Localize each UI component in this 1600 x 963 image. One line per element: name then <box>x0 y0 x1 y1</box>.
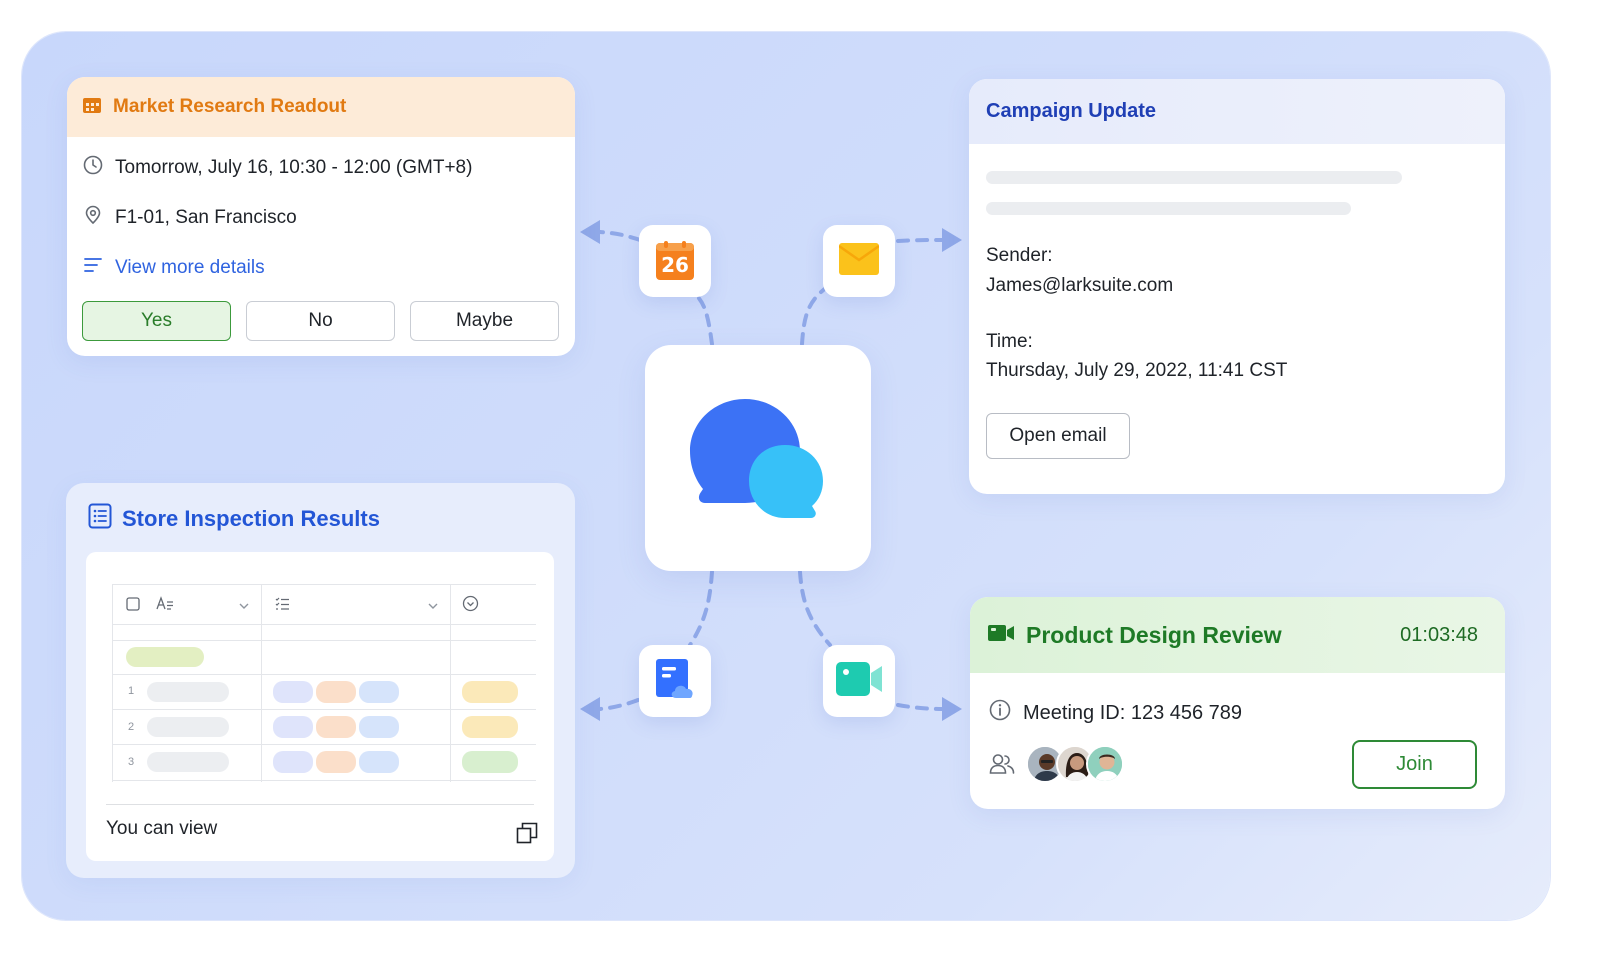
campaign-update-header: Campaign Update <box>969 79 1505 144</box>
status-pill <box>462 751 518 773</box>
product-design-review-card[interactable]: Product Design Review 01:03:48 Meeting I… <box>970 597 1505 809</box>
time-label: Time: <box>986 331 1033 352</box>
placeholder-line <box>986 202 1351 215</box>
calendar-date: 26 <box>661 253 689 277</box>
open-email-button[interactable]: Open email <box>986 413 1130 459</box>
campaign-update-title: Campaign Update <box>986 100 1157 122</box>
market-research-header: Market Research Readout <box>67 77 575 137</box>
tag-pill <box>316 716 356 738</box>
cell-placeholder <box>147 682 229 702</box>
cell-placeholder <box>147 717 229 737</box>
clock-icon <box>83 155 103 181</box>
status-pill <box>462 716 518 738</box>
video-camera-icon <box>988 624 1014 647</box>
table-preview: 1 2 3 You can view <box>86 552 554 861</box>
chevron-down-icon[interactable] <box>427 598 439 616</box>
participants-icon <box>989 753 1015 780</box>
store-inspection-title: Store Inspection Results <box>122 505 380 531</box>
rsvp-maybe-button[interactable]: Maybe <box>410 301 559 341</box>
placeholder-line <box>986 171 1402 184</box>
join-meeting-button[interactable]: Join <box>1352 740 1477 789</box>
tag-pill <box>359 751 399 773</box>
tag-pill <box>273 681 313 703</box>
store-inspection-header: Store Inspection Results <box>88 503 380 534</box>
docs-app-tile[interactable] <box>639 645 711 717</box>
messenger-hub[interactable] <box>645 345 871 571</box>
mail-app-tile[interactable] <box>823 225 895 297</box>
market-research-card[interactable]: Market Research Readout Tomorrow, July 1… <box>67 77 575 356</box>
sender-label: Sender: <box>986 245 1053 266</box>
event-time-row: Tomorrow, July 16, 10:30 - 12:00 (GMT+8) <box>83 155 472 181</box>
row-number: 1 <box>128 685 135 697</box>
tag-pill <box>316 751 356 773</box>
cell-placeholder <box>147 752 229 772</box>
tag-pill <box>316 681 356 703</box>
avatar <box>1086 745 1124 783</box>
calendar-app-tile[interactable]: 26 <box>639 225 711 297</box>
time-value: Thursday, July 29, 2022, 11:41 CST <box>986 360 1288 381</box>
event-location-row: F1-01, San Francisco <box>83 205 297 231</box>
mail-app-icon <box>838 242 880 280</box>
details-list-icon <box>83 255 103 281</box>
video-app-icon <box>836 661 882 701</box>
status-column-icon <box>462 595 479 617</box>
group-tag <box>126 647 204 667</box>
meeting-duration: 01:03:48 <box>1400 623 1478 646</box>
product-design-review-title: Product Design Review <box>1026 621 1282 648</box>
footer-divider <box>106 804 534 805</box>
view-more-details-link[interactable]: View more details <box>115 257 265 279</box>
status-pill <box>462 681 518 703</box>
rsvp-no-button[interactable]: No <box>246 301 395 341</box>
campaign-update-card[interactable]: Campaign Update Sender: James@larksuite.… <box>969 79 1505 494</box>
video-app-tile[interactable] <box>823 645 895 717</box>
tag-pill <box>273 751 313 773</box>
product-design-review-header: Product Design Review 01:03:48 <box>970 597 1505 673</box>
tag-pill <box>273 716 313 738</box>
calendar-icon <box>83 96 101 119</box>
chevron-down-icon[interactable] <box>238 598 250 616</box>
copy-icon[interactable] <box>516 822 538 849</box>
chat-bubbles-icon <box>689 397 825 526</box>
row-number: 2 <box>128 721 135 733</box>
info-icon <box>989 699 1011 727</box>
meeting-id-row: Meeting ID: 123 456 789 <box>989 699 1242 727</box>
sheet-list-icon <box>88 503 112 534</box>
rsvp-yes-button[interactable]: Yes <box>82 301 231 341</box>
list-column-icon <box>274 596 290 617</box>
store-inspection-card[interactable]: Store Inspection Results 1 2 3 You can v… <box>66 483 575 878</box>
data-table: 1 2 3 <box>112 584 536 782</box>
location-pin-icon <box>83 205 103 231</box>
participant-avatars <box>1026 745 1124 783</box>
market-research-title: Market Research Readout <box>113 96 347 117</box>
text-column-icon <box>156 596 174 617</box>
sender-value: James@larksuite.com <box>986 275 1174 296</box>
event-time: Tomorrow, July 16, 10:30 - 12:00 (GMT+8) <box>115 157 473 178</box>
tag-pill <box>359 716 399 738</box>
row-number: 3 <box>128 756 135 768</box>
event-location: F1-01, San Francisco <box>115 207 297 228</box>
checkbox-icon[interactable] <box>126 597 140 616</box>
view-details-row[interactable]: View more details <box>83 255 265 281</box>
tag-pill <box>359 681 399 703</box>
meeting-id: Meeting ID: 123 456 789 <box>1023 701 1243 724</box>
permission-text: You can view <box>106 818 218 839</box>
calendar-app-icon: 26 <box>655 241 695 281</box>
docs-app-icon <box>654 658 696 705</box>
